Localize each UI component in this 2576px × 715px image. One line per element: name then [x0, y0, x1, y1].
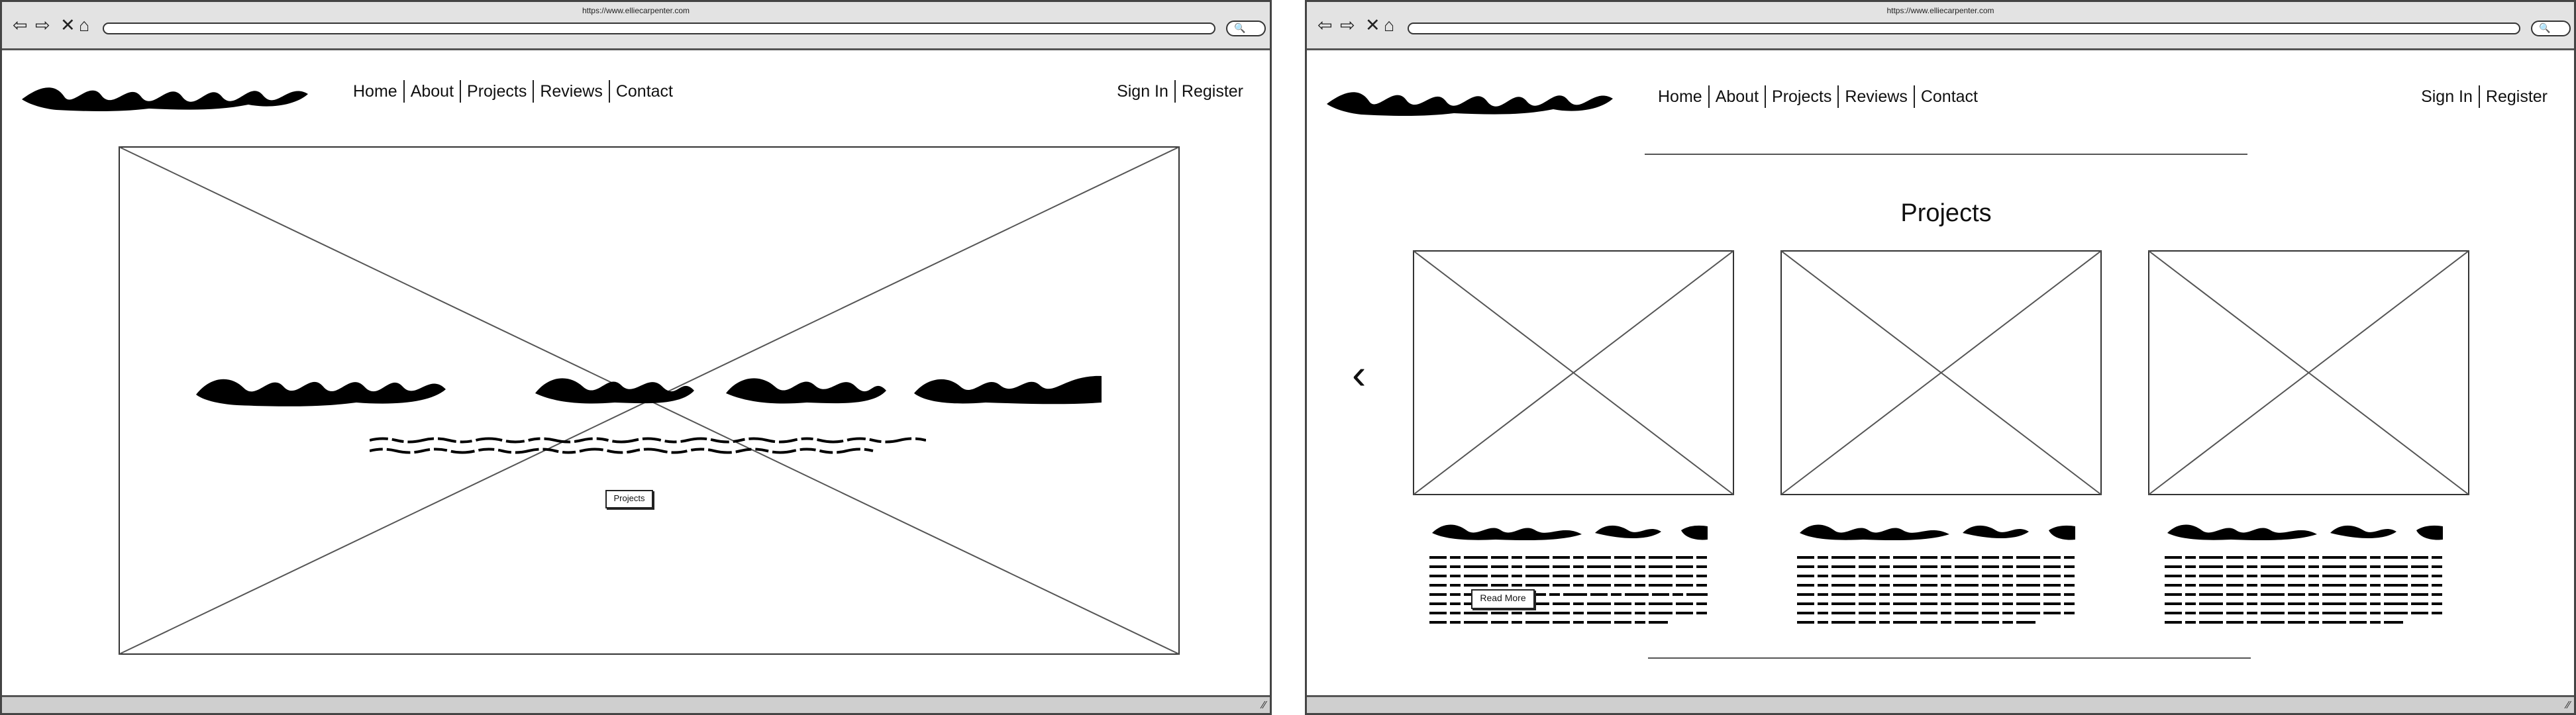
- close-icon[interactable]: ✕: [60, 17, 76, 34]
- auth-links: Sign In Register: [1111, 80, 1243, 103]
- browser-statusbar: ⁄⁄: [1307, 695, 2574, 713]
- chevron-left-icon[interactable]: ‹: [1352, 353, 1366, 395]
- scribble-logo-icon[interactable]: [1321, 76, 1620, 120]
- browser-toolbar: https://www.elliecarpenter.com ⇦ ⇨ ✕ ⌂ 🔍: [2, 2, 1270, 50]
- scribble-text-icon: [1797, 556, 2075, 624]
- nav-about[interactable]: About: [405, 82, 460, 101]
- resize-grip-icon[interactable]: ⁄⁄: [2567, 700, 2570, 712]
- section-divider: [1648, 657, 2251, 659]
- search-icon: 🔍: [1234, 23, 1246, 33]
- nav-contact[interactable]: Contact: [610, 82, 679, 101]
- scribble-text-icon: [2165, 556, 2443, 624]
- nav-home[interactable]: Home: [1658, 87, 1708, 107]
- browser-window-home: https://www.elliecarpenter.com ⇦ ⇨ ✕ ⌂ 🔍…: [0, 0, 1272, 715]
- url-text: https://www.elliecarpenter.com: [1886, 6, 1994, 15]
- section-divider: [1645, 154, 2247, 155]
- search-icon: 🔍: [2539, 23, 2551, 33]
- projects-heading: Projects: [1900, 199, 1992, 227]
- project-card-3-image: [2148, 250, 2469, 495]
- main-nav: Home About Projects Reviews Contact: [1658, 85, 1984, 108]
- browser-search-field[interactable]: 🔍: [2531, 21, 2571, 36]
- scribble-headline-icon: [196, 375, 1102, 406]
- home-icon[interactable]: ⌂: [79, 17, 89, 34]
- back-arrow-icon[interactable]: ⇦: [1317, 17, 1333, 34]
- browser-search-field[interactable]: 🔍: [1226, 21, 1266, 36]
- scribble-title-icon: [1432, 524, 1708, 541]
- scribble-logo-icon[interactable]: [17, 72, 315, 115]
- main-nav: Home About Projects Reviews Contact: [353, 80, 679, 103]
- project-card-1-image: [1413, 250, 1734, 495]
- auth-links: Sign In Register: [2415, 85, 2548, 108]
- nav-projects[interactable]: Projects: [461, 82, 533, 101]
- scribble-title-icon: [1800, 524, 2075, 541]
- browser-toolbar: https://www.elliecarpenter.com ⇦ ⇨ ✕ ⌂ 🔍: [1307, 2, 2574, 50]
- forward-arrow-icon[interactable]: ⇨: [35, 17, 50, 34]
- register-link[interactable]: Register: [2480, 87, 2548, 107]
- browser-window-projects: https://www.elliecarpenter.com ⇦ ⇨ ✕ ⌂ 🔍…: [1305, 0, 2576, 715]
- nav-about[interactable]: About: [1710, 87, 1765, 107]
- browser-statusbar: ⁄⁄: [2, 695, 1270, 713]
- close-icon[interactable]: ✕: [1365, 17, 1380, 34]
- nav-reviews[interactable]: Reviews: [1839, 87, 1913, 107]
- forward-arrow-icon[interactable]: ⇨: [1340, 17, 1355, 34]
- sign-in-link[interactable]: Sign In: [1111, 82, 1174, 101]
- address-bar[interactable]: [103, 23, 1215, 34]
- register-link[interactable]: Register: [1176, 82, 1243, 101]
- home-icon[interactable]: ⌂: [1384, 17, 1394, 34]
- nav-reviews[interactable]: Reviews: [534, 82, 608, 101]
- nav-projects[interactable]: Projects: [1766, 87, 1837, 107]
- scribble-title-icon: [2167, 524, 2443, 541]
- sign-in-link[interactable]: Sign In: [2415, 87, 2479, 107]
- nav-home[interactable]: Home: [353, 82, 403, 101]
- project-card-2-image: [1780, 250, 2102, 495]
- hero-projects-button[interactable]: Projects: [605, 490, 653, 508]
- resize-grip-icon[interactable]: ⁄⁄: [1262, 700, 1266, 712]
- nav-contact[interactable]: Contact: [1915, 87, 1984, 107]
- read-more-button[interactable]: Read More: [1471, 589, 1535, 609]
- scribble-text-icon: [370, 437, 926, 454]
- url-text: https://www.elliecarpenter.com: [582, 6, 690, 15]
- address-bar[interactable]: [1408, 23, 2520, 34]
- back-arrow-icon[interactable]: ⇦: [13, 17, 28, 34]
